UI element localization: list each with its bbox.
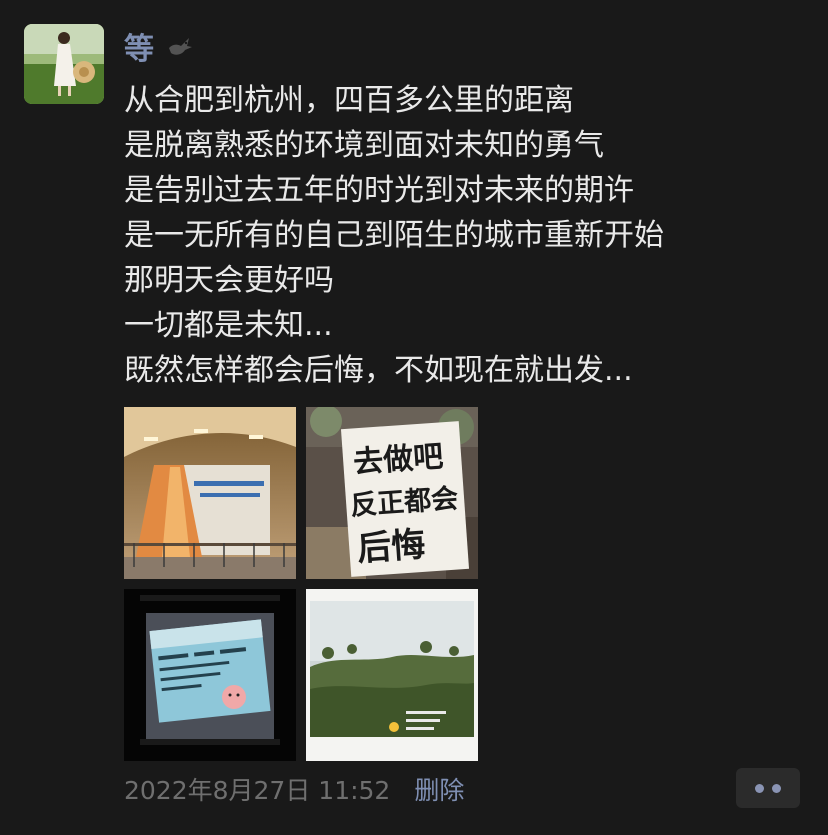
photo-landscape[interactable] [306,589,478,761]
post-text-line: 一切都是未知... [124,308,333,343]
post-text-line: 是一无所有的自己到陌生的城市重新开始 [124,218,664,253]
more-icon [772,783,781,793]
post-text: 从合肥到杭州，四百多公里的距离 是脱离熟悉的环境到面对未知的勇气 是告别过去五年… [124,78,804,393]
sign-line-1: 去做吧 [352,439,444,480]
photo-handwritten-sign[interactable]: 去做吧 反正都会 后悔 [306,407,478,579]
post-text-line: 是告别过去五年的时光到对未来的期许 [124,173,634,208]
author-name[interactable]: 等 [124,24,155,68]
more-icon [755,783,764,793]
photo-grid: 去做吧 反正都会 后悔 [124,407,479,762]
author-row: 等 [124,24,193,68]
post-text-line: 从合肥到杭州，四百多公里的距离 [124,83,574,118]
photo-train-ticket[interactable] [124,589,296,761]
post-meta: 2022年8月27日 11:52 删除 [124,770,464,808]
post-text-line: 那明天会更好吗 [124,263,334,298]
sign-line-3: 后悔 [356,525,427,570]
post-timestamp: 2022年8月27日 11:52 [124,776,391,805]
dove-icon [169,38,192,55]
post-text-line: 是脱离熟悉的环境到面对未知的勇气 [124,128,604,163]
post-text-line: 既然怎样都会后悔，不如现在就出发... [124,353,633,388]
moments-post: 等 从合肥到杭州，四百多公里的距离 是脱离熟悉的环境到面对未知的勇气 是告别过去… [0,0,828,835]
avatar-image [24,24,104,104]
photo-station-interior[interactable] [124,407,296,579]
delete-button[interactable]: 删除 [414,771,464,807]
avatar[interactable] [24,24,104,104]
more-button[interactable] [736,768,800,808]
